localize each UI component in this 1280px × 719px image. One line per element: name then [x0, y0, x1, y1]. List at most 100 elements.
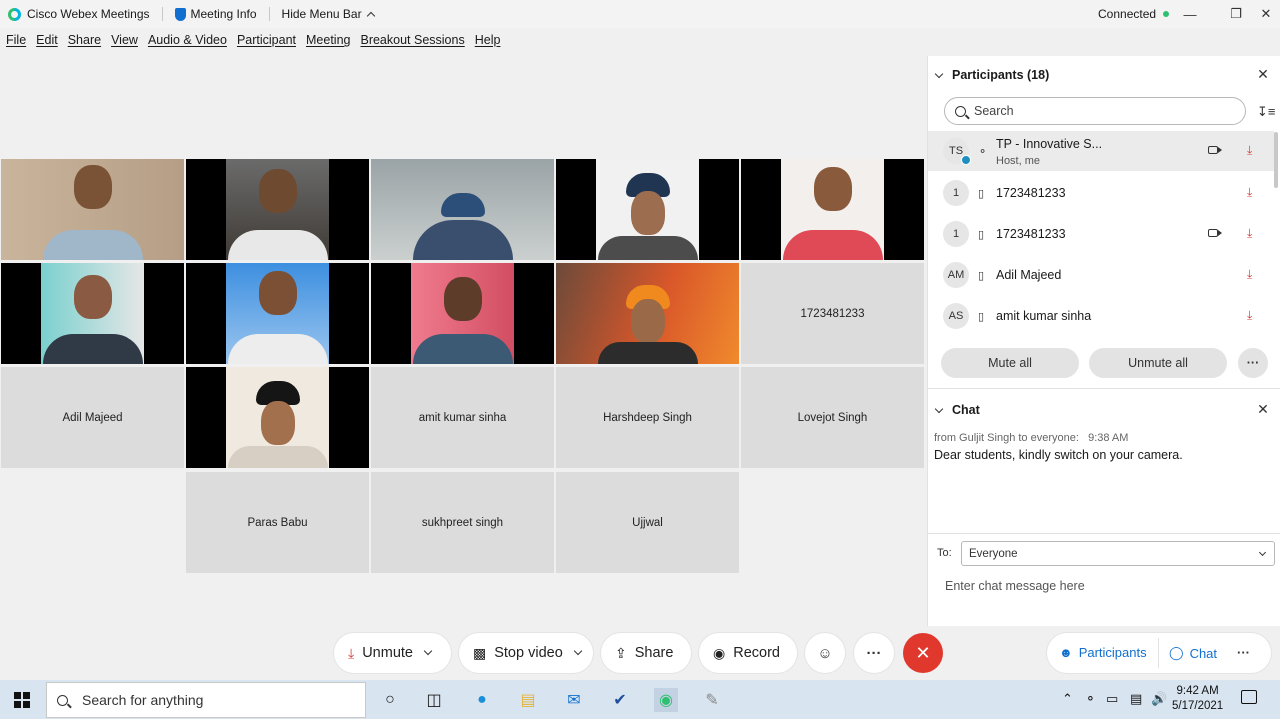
minimize-button[interactable]: — [1179, 4, 1201, 24]
video-tile[interactable] [1, 263, 184, 364]
chat-panel-button[interactable]: ◯ Chat [1169, 645, 1217, 661]
file-explorer-icon[interactable]: ▤ [516, 688, 540, 712]
video-tile[interactable] [741, 159, 924, 260]
menu-help[interactable]: Help [470, 33, 506, 53]
video-tile[interactable]: Lovejot Singh [741, 367, 924, 468]
cortana-icon[interactable]: ○ [378, 688, 402, 712]
mute-all-button[interactable]: Mute all [941, 348, 1079, 378]
close-participants-button[interactable]: ✕ [1256, 67, 1270, 81]
participants-panel-button[interactable]: ☻ Participants [1059, 645, 1147, 660]
participant-row[interactable]: AM ▯ Adil Majeed ⤓ [928, 255, 1274, 295]
maximize-button[interactable]: ❐ [1225, 4, 1247, 24]
paint-icon[interactable]: ✎ [700, 688, 724, 712]
notification-icon[interactable] [1241, 690, 1257, 704]
tile-name-label: Adil Majeed [62, 411, 123, 424]
clock-date: 5/17/2021 [1172, 700, 1224, 712]
more-options-button[interactable]: ··· [854, 633, 894, 673]
clock-time: 9:42 AM [1176, 685, 1219, 697]
close-icon: ✕ [1260, 6, 1272, 21]
mic-muted-icon[interactable]: ⤓ [1247, 185, 1252, 200]
mail-icon[interactable]: ✉ [562, 688, 586, 712]
mic-muted-icon[interactable]: ⤓ [1247, 267, 1252, 282]
video-tile[interactable] [1, 159, 184, 260]
meeting-info-label: Meeting Info [190, 7, 257, 21]
sort-button[interactable]: ↧≡ [1257, 104, 1275, 120]
participant-row[interactable]: 1 ▯ 1723481233 ⤓ [928, 214, 1274, 254]
video-tile[interactable] [556, 159, 739, 260]
panel-more-button[interactable]: ··· [1237, 645, 1250, 660]
menu-audio-video[interactable]: Audio & Video [143, 33, 232, 53]
close-icon: ✕ [1257, 66, 1269, 82]
mic-muted-icon[interactable]: ⤓ [1247, 226, 1252, 241]
end-meeting-button[interactable]: ✕ [903, 633, 943, 673]
chevron-down-icon[interactable] [573, 646, 583, 656]
phone-icon: ▯ [978, 228, 985, 241]
avatar-initials: TS [948, 145, 964, 157]
video-tile[interactable]: amit kumar sinha [371, 367, 554, 468]
video-tile[interactable] [186, 159, 369, 260]
close-chat-button[interactable]: ✕ [1256, 402, 1270, 416]
mic-muted-icon[interactable]: ⤓ [1247, 143, 1252, 158]
task-view-icon[interactable]: ◫ [422, 688, 446, 712]
microphone-icon[interactable]: ⚬ [1085, 691, 1096, 707]
battery-icon[interactable]: ▭ [1106, 691, 1118, 707]
webex-taskbar-icon[interactable]: ◉ [654, 688, 678, 712]
person-body [412, 220, 513, 260]
menu-share[interactable]: Share [63, 33, 106, 53]
stop-video-button[interactable]: ▩ Stop video [459, 633, 593, 673]
taskbar-search-input[interactable]: Search for anything [46, 682, 366, 718]
video-tile[interactable]: sukhpreet singh [371, 472, 554, 573]
share-button[interactable]: ⇪ Share [601, 633, 691, 673]
menu-participant[interactable]: Participant [232, 33, 301, 53]
video-grid: 1723481233 Adil Majeed amit kumar sinha … [0, 158, 926, 576]
chevron-down-icon[interactable] [423, 646, 433, 656]
status-dot-icon [1163, 11, 1170, 17]
unmute-button[interactable]: ⤓ Unmute [334, 633, 451, 673]
participant-search-input[interactable]: Search [944, 97, 1246, 125]
menu-breakout-sessions[interactable]: Breakout Sessions [355, 33, 469, 53]
video-tile[interactable] [371, 263, 554, 364]
person-head [73, 275, 112, 319]
hide-menu-bar-button[interactable]: Hide Menu Bar [282, 7, 375, 21]
network-icon[interactable]: ▤ [1130, 691, 1142, 707]
participant-row[interactable]: TS ⚬ TP - Innovative S... Host, me ⤓ [928, 131, 1274, 171]
record-button[interactable]: ◉ Record [699, 633, 797, 673]
video-tile[interactable]: Harshdeep Singh [556, 367, 739, 468]
menu-edit[interactable]: Edit [31, 33, 63, 53]
video-tile[interactable] [371, 159, 554, 260]
video-tile[interactable]: Adil Majeed [1, 367, 184, 468]
windows-start-icon[interactable] [14, 692, 30, 708]
video-tile[interactable] [556, 263, 739, 364]
participant-role: Host, me [996, 155, 1041, 167]
unmute-all-button[interactable]: Unmute all [1089, 348, 1227, 378]
title-bar: Cisco Webex Meetings Meeting Info Hide M… [0, 0, 1280, 28]
video-tile[interactable]: 1723481233 [741, 263, 924, 364]
participants-header[interactable]: Participants (18) [934, 68, 1049, 82]
video-tile[interactable]: Paras Babu [186, 472, 369, 573]
participant-row[interactable]: AS ▯ amit kumar sinha ⤓ [928, 296, 1274, 336]
app-icon[interactable]: ✔ [608, 688, 632, 712]
mic-muted-icon[interactable]: ⤓ [1247, 308, 1252, 323]
video-tile[interactable] [186, 263, 369, 364]
participant-row[interactable]: 1 ▯ 1723481233 ⤓ [928, 173, 1274, 213]
connection-status: Connected [1098, 7, 1170, 21]
volume-icon[interactable]: 🔊 [1151, 691, 1167, 707]
chat-header[interactable]: Chat [934, 403, 980, 417]
menu-meeting[interactable]: Meeting [301, 33, 355, 53]
menu-view[interactable]: View [106, 33, 143, 53]
menu-file[interactable]: File [0, 33, 31, 53]
chat-recipient-select[interactable]: Everyone [961, 541, 1275, 566]
close-window-button[interactable]: ✕ [1255, 4, 1277, 24]
edge-browser-icon[interactable]: ● [470, 688, 494, 712]
participants-more-button[interactable]: ··· [1238, 348, 1268, 378]
participants-scrollbar[interactable] [1274, 132, 1278, 188]
video-tile[interactable] [186, 367, 369, 468]
meeting-info-button[interactable]: Meeting Info [174, 7, 257, 21]
video-tile[interactable]: Ujjwal [556, 472, 739, 573]
video-feed [556, 263, 739, 364]
taskbar-clock[interactable]: 9:42 AM 5/17/2021 [1172, 684, 1223, 714]
menu-bar: File Edit Share View Audio & Video Parti… [0, 33, 505, 53]
chat-message-input[interactable]: Enter chat message here [945, 579, 1085, 593]
chevron-up-icon[interactable]: ⌃ [1062, 691, 1073, 707]
reactions-button[interactable]: ☺ [805, 633, 845, 673]
